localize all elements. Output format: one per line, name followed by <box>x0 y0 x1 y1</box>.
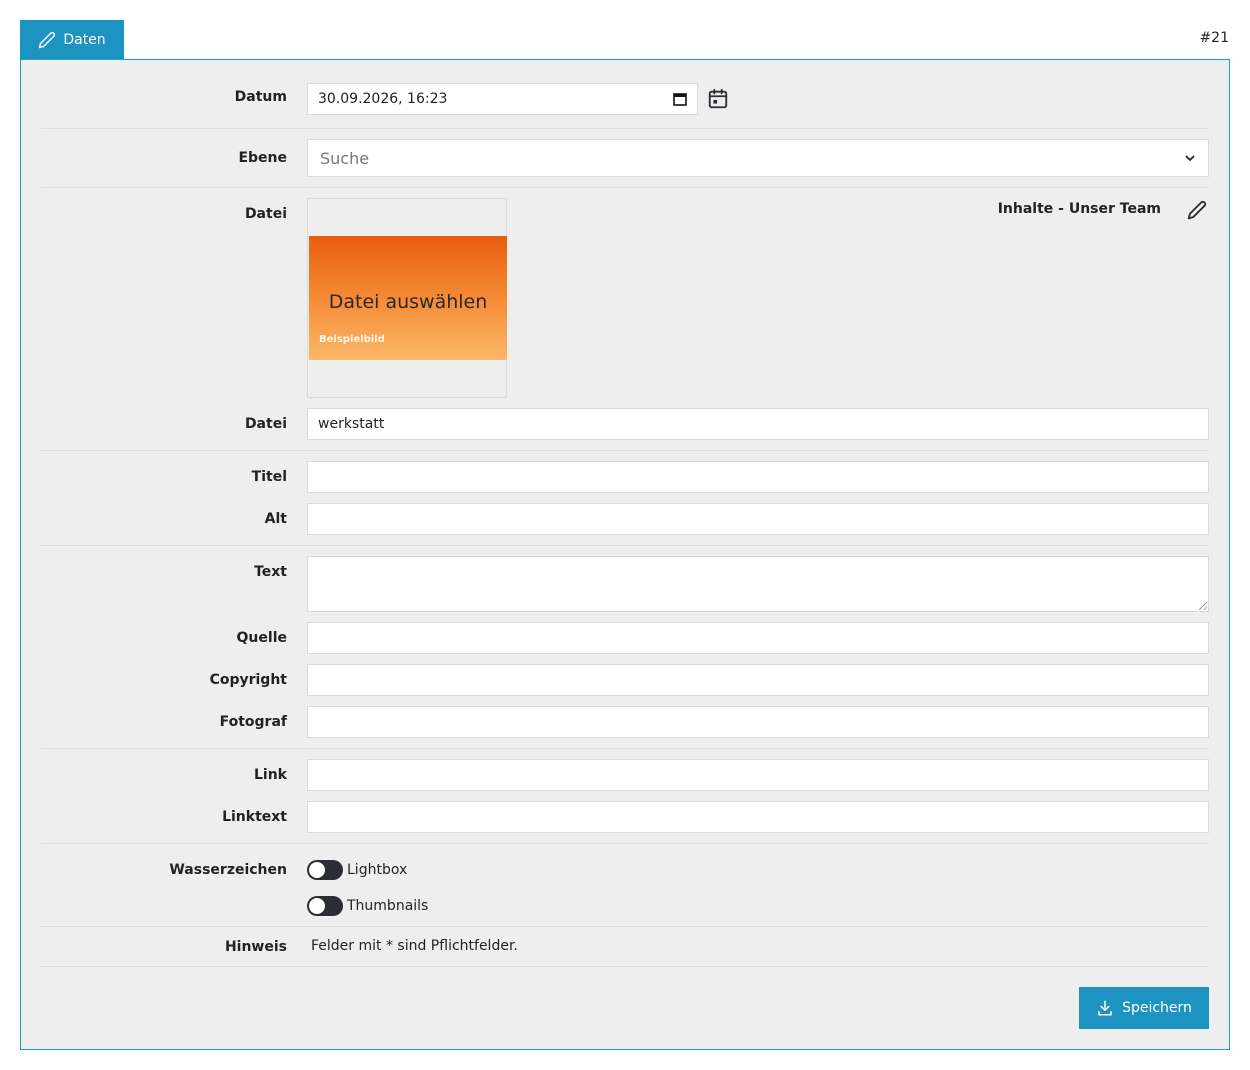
file-preview-image[interactable]: Datei auswählen Beispielbild <box>309 236 507 360</box>
edit-pencil-icon[interactable] <box>1187 200 1207 220</box>
divider <box>41 128 1209 129</box>
quelle-label: Quelle <box>236 630 287 646</box>
copyright-label: Copyright <box>209 672 287 688</box>
divider <box>41 450 1209 451</box>
save-button[interactable]: Speichern <box>1079 987 1209 1029</box>
thumbnails-toggle[interactable] <box>307 896 343 916</box>
thumbnails-toggle-row[interactable]: Thumbnails <box>307 896 428 916</box>
datei-picker-label: Datei <box>244 206 287 222</box>
image-caption: Beispielbild <box>319 334 385 345</box>
form-panel: Datum 30.09.2026, 16:23 Ebene Suche Date… <box>20 59 1230 1050</box>
divider <box>41 187 1209 188</box>
hinweis-label: Hinweis <box>224 939 287 955</box>
ebene-label: Ebene <box>238 150 287 166</box>
tab-daten[interactable]: Daten <box>20 20 124 59</box>
datum-value: 30.09.2026, 16:23 <box>318 91 448 107</box>
divider <box>41 843 1209 844</box>
titel-input[interactable] <box>307 461 1209 493</box>
link-label: Link <box>254 767 287 783</box>
hinweis-text: Felder mit * sind Pflichtfelder. <box>311 938 518 954</box>
pencil-icon <box>39 31 56 48</box>
datei-name-input[interactable]: werkstatt <box>307 408 1209 440</box>
save-button-label: Speichern <box>1122 1000 1192 1016</box>
toggle-knob <box>309 862 325 878</box>
datei-name-value: werkstatt <box>318 416 385 432</box>
thumbnails-label: Thumbnails <box>347 898 429 914</box>
toggle-knob <box>309 898 325 914</box>
lightbox-label: Lightbox <box>347 862 408 878</box>
quelle-input[interactable] <box>307 622 1209 654</box>
fotograf-label: Fotograf <box>219 714 287 730</box>
context-title: Inhalte - Unser Team <box>997 201 1161 217</box>
lightbox-toggle-row[interactable]: Lightbox <box>307 860 407 880</box>
linktext-label: Linktext <box>222 809 287 825</box>
record-id: #21 <box>1199 30 1229 46</box>
titel-label: Titel <box>251 469 287 485</box>
tab-daten-label: Daten <box>63 31 106 48</box>
download-icon <box>1098 1000 1112 1016</box>
divider <box>41 926 1209 927</box>
text-textarea[interactable] <box>307 556 1209 612</box>
file-select-text: Datei auswählen <box>328 291 488 313</box>
divider <box>41 748 1209 749</box>
calendar-icon[interactable] <box>707 88 729 110</box>
alt-label: Alt <box>264 511 287 527</box>
calendar-picker-icon[interactable] <box>673 92 687 106</box>
copyright-input[interactable] <box>307 664 1209 696</box>
chevron-down-icon <box>1185 155 1195 162</box>
divider <box>41 545 1209 546</box>
alt-input[interactable] <box>307 503 1209 535</box>
fotograf-input[interactable] <box>307 706 1209 738</box>
wasserzeichen-label: Wasserzeichen <box>169 862 287 878</box>
divider <box>41 966 1209 967</box>
datum-label: Datum <box>234 89 287 105</box>
lightbox-toggle[interactable] <box>307 860 343 880</box>
ebene-placeholder: Suche <box>320 148 370 168</box>
link-input[interactable] <box>307 759 1209 791</box>
file-picker[interactable]: Datei auswählen Beispielbild <box>307 198 507 398</box>
datei-name-label: Datei <box>244 416 287 432</box>
ebene-select[interactable]: Suche <box>307 139 1209 177</box>
resize-handle-icon[interactable] <box>1199 602 1207 610</box>
linktext-input[interactable] <box>307 801 1209 833</box>
datum-input[interactable]: 30.09.2026, 16:23 <box>307 83 698 115</box>
text-label: Text <box>254 564 287 580</box>
